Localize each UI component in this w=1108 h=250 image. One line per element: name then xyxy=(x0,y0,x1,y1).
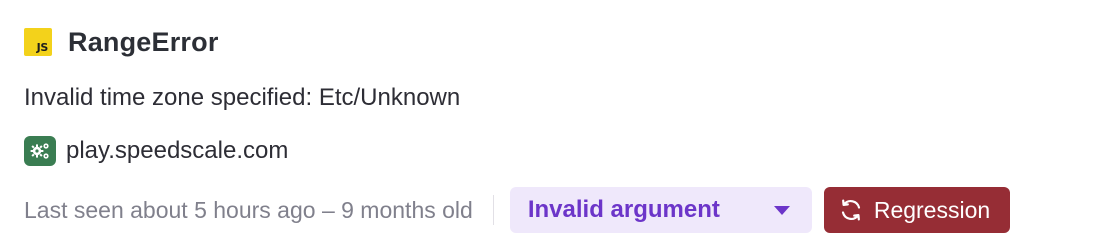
issue-card[interactable]: JS RangeError Invalid time zone specifie… xyxy=(0,0,1108,250)
javascript-icon-text: JS xyxy=(36,41,49,54)
meta-divider xyxy=(492,195,494,225)
project-row[interactable]: play.speedscale.com xyxy=(24,136,288,166)
regression-label: Regression xyxy=(873,196,991,223)
refresh-icon xyxy=(841,199,860,221)
issue-meta-row: Last seen about 5 hours ago – 9 months o… xyxy=(24,186,1092,234)
javascript-icon: JS xyxy=(24,28,52,56)
issue-tag-label: Invalid argument xyxy=(527,196,720,223)
error-message: Invalid time zone specified: Etc/Unknown xyxy=(24,84,461,111)
issue-title-row: JS RangeError xyxy=(24,24,219,60)
caret-down-icon xyxy=(773,205,790,215)
last-seen-text: Last seen about 5 hours ago – 9 months o… xyxy=(24,196,473,223)
regression-badge[interactable]: Regression xyxy=(823,187,1010,233)
project-name: play.speedscale.com xyxy=(66,137,289,164)
error-type-title[interactable]: RangeError xyxy=(68,27,219,58)
gears-icon xyxy=(24,136,56,166)
issue-tag-dropdown[interactable]: Invalid argument xyxy=(509,187,812,233)
